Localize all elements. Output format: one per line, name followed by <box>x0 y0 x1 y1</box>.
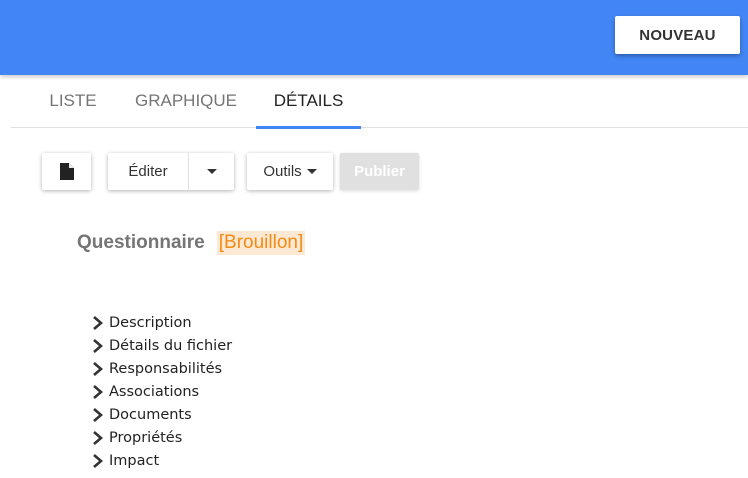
chevron-right-icon <box>93 384 103 399</box>
section-label: Responsabilités <box>109 360 223 377</box>
section-associations[interactable]: Associations <box>92 380 232 403</box>
tab-liste[interactable]: LISTE <box>27 75 119 127</box>
status-badge: [Brouillon] <box>216 231 306 255</box>
edit-button[interactable]: Éditer <box>108 153 188 190</box>
section-list: Description Détails du fichier Responsab… <box>92 311 232 472</box>
tab-graphique[interactable]: GRAPHIQUE <box>123 75 249 127</box>
tools-button[interactable]: Outils <box>247 153 333 190</box>
new-button[interactable]: NOUVEAU <box>615 16 740 54</box>
file-button[interactable] <box>42 153 91 190</box>
caret-down-icon <box>306 169 317 174</box>
document-title: Questionnaire <box>77 232 205 253</box>
publish-button[interactable]: Publier <box>340 153 419 190</box>
file-icon <box>59 163 74 180</box>
edit-split-button: Éditer <box>108 153 234 190</box>
chevron-right-icon <box>93 315 103 330</box>
chevron-right-icon <box>93 338 103 353</box>
section-responsibilities[interactable]: Responsabilités <box>92 357 232 380</box>
top-app-bar: NOUVEAU <box>0 0 748 75</box>
section-label: Associations <box>109 383 200 400</box>
section-documents[interactable]: Documents <box>92 403 232 426</box>
edit-dropdown-toggle[interactable] <box>189 153 234 190</box>
tab-bar: LISTE GRAPHIQUE DÉTAILS <box>11 75 748 129</box>
section-label: Impact <box>109 452 160 469</box>
section-label: Propriétés <box>109 429 183 446</box>
section-description[interactable]: Description <box>92 311 232 334</box>
chevron-right-icon <box>93 407 103 422</box>
section-label: Documents <box>109 406 192 423</box>
section-label: Description <box>109 314 192 331</box>
section-properties[interactable]: Propriétés <box>92 426 232 449</box>
section-label: Détails du fichier <box>109 337 233 354</box>
tab-details[interactable]: DÉTAILS <box>256 75 361 129</box>
tools-label: Outils <box>263 163 302 180</box>
chevron-right-icon <box>93 430 103 445</box>
chevron-right-icon <box>93 453 103 468</box>
section-impact[interactable]: Impact <box>92 449 232 472</box>
chevron-right-icon <box>93 361 103 376</box>
document-heading: Questionnaire [Brouillon] <box>77 230 306 256</box>
section-file-details[interactable]: Détails du fichier <box>92 334 232 357</box>
caret-down-icon <box>206 169 217 174</box>
